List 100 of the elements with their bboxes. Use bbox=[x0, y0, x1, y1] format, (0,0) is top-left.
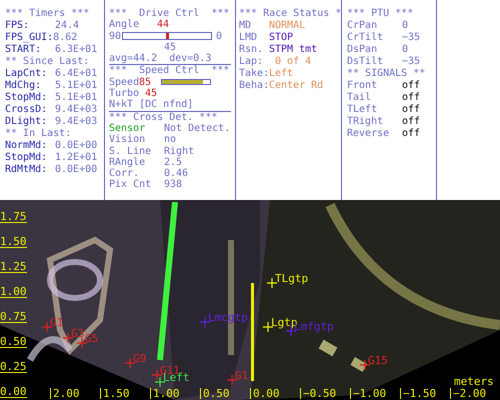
crosshair-icon bbox=[77, 338, 87, 348]
axis-tick-label: 1.75 bbox=[0, 211, 26, 223]
controller-note: N+kT [DC nfnd] bbox=[109, 99, 231, 112]
crosshair-icon bbox=[63, 333, 73, 343]
crosshair-icon bbox=[200, 317, 210, 327]
field-label: TLeft bbox=[347, 104, 378, 116]
crosshair-icon bbox=[263, 322, 273, 332]
field-value: −35 bbox=[402, 56, 420, 68]
field-value: 0 of 4 bbox=[274, 56, 312, 68]
section-title: *** Cross Det. *** bbox=[109, 112, 218, 123]
crosshair-icon bbox=[155, 377, 165, 387]
section-title: *** Race Status * bbox=[239, 8, 341, 20]
axis-tick-label: 0.50 bbox=[0, 336, 26, 348]
field-value: NORMAL bbox=[269, 20, 306, 32]
axis-tick-label: 2.00 bbox=[50, 388, 80, 399]
field-label: StopMd: bbox=[5, 152, 48, 164]
field-value: 24.4 bbox=[55, 20, 80, 32]
crosshair-icon bbox=[152, 370, 162, 380]
axis-tick-label: 0.50 bbox=[200, 388, 230, 399]
field-value: off bbox=[402, 92, 420, 104]
field-label: Reverse bbox=[347, 128, 390, 140]
field-label: RAngle bbox=[109, 156, 146, 168]
field-label: Rsn. bbox=[239, 44, 264, 56]
field-value: off bbox=[402, 104, 420, 116]
marker-label: G1 bbox=[50, 317, 64, 328]
field-value: off bbox=[402, 116, 420, 128]
field-label: DsTilt bbox=[347, 56, 384, 68]
crosshair-icon bbox=[267, 278, 277, 288]
field-value: STOP bbox=[269, 32, 294, 44]
field-label: Tail bbox=[347, 92, 372, 104]
axis-tick-label: 0.00 bbox=[0, 386, 26, 398]
field-value: off bbox=[402, 128, 420, 140]
marker-label: G1 bbox=[235, 370, 248, 381]
axis-tick-label: 1.25 bbox=[0, 261, 26, 273]
crosshair-icon bbox=[125, 358, 135, 368]
field-label: Take: bbox=[239, 68, 269, 80]
axis-tick-label: −2.00 bbox=[450, 388, 486, 399]
marker-label: G9 bbox=[133, 353, 146, 364]
field-label: Angle bbox=[109, 19, 140, 31]
field-label: StopMd: bbox=[5, 92, 48, 104]
field-value: 1.2E+01 bbox=[55, 152, 98, 164]
field-value: 44 bbox=[157, 19, 170, 31]
field-label: S. Line bbox=[109, 146, 152, 157]
section-title: *** Speed Ctrl *** bbox=[109, 65, 230, 77]
axis-tick-label: 0.25 bbox=[0, 361, 26, 373]
field-label: CrossD: bbox=[5, 104, 48, 116]
field-label: RdMtMd: bbox=[5, 164, 48, 176]
section-title: ** Since Last: bbox=[5, 56, 90, 68]
field-value: 9.4E+03 bbox=[55, 116, 98, 128]
field-value: 0.46 bbox=[164, 168, 188, 180]
field-label: Turbo bbox=[109, 88, 140, 100]
field-value: −35 bbox=[402, 32, 420, 44]
field-label: START: bbox=[5, 44, 42, 56]
axis-tick-label: 0.75 bbox=[0, 311, 26, 323]
slider-center-label: 45 bbox=[164, 42, 176, 53]
field-value: 6.4E+01 bbox=[55, 68, 98, 80]
field-value: STPM tmt bbox=[269, 44, 318, 56]
field-label: FPS_GUI: bbox=[5, 32, 54, 44]
field-value: no bbox=[164, 134, 176, 146]
field-value: 2.5 bbox=[164, 156, 182, 168]
field-value: Not Detect. bbox=[164, 122, 230, 134]
field-label: Beha: bbox=[239, 80, 269, 92]
slider-min-label: 90 bbox=[109, 30, 122, 42]
field-value: 0 bbox=[402, 44, 408, 56]
axis-tick-label: 1.50 bbox=[100, 388, 130, 399]
crosshair-icon bbox=[42, 322, 52, 332]
field-value: 0 bbox=[402, 20, 408, 32]
axis-tick-label: 1.00 bbox=[150, 388, 180, 399]
field-value: 85 bbox=[139, 76, 152, 88]
field-label: DLight: bbox=[5, 116, 48, 128]
angle-stats: avg=44.2 dev=0.3 bbox=[109, 53, 231, 66]
marker-label: Lmcgtp bbox=[208, 312, 248, 323]
crosshair-icon bbox=[360, 360, 370, 370]
axis-unit-label: meters bbox=[454, 376, 494, 387]
axis-tick-label: 1.50 bbox=[0, 236, 26, 248]
axis-tick-label: −0.50 bbox=[300, 388, 336, 399]
field-value: 938 bbox=[164, 179, 182, 191]
field-label: DsPan bbox=[347, 44, 378, 56]
field-label: LMD bbox=[239, 32, 258, 44]
field-value: 8.62 bbox=[53, 32, 78, 44]
field-label: Lap: bbox=[239, 56, 264, 68]
field-label: Pix Cnt bbox=[109, 179, 152, 191]
field-label: CrTilt bbox=[347, 32, 384, 44]
slider-max-label: 0 bbox=[216, 30, 222, 42]
field-label: MD bbox=[239, 20, 252, 32]
marker-label: G3 bbox=[71, 328, 84, 339]
field-value: 5.1E+01 bbox=[55, 92, 98, 104]
field-value: 0.0E+00 bbox=[55, 140, 98, 152]
section-title: ** In Last: bbox=[5, 128, 72, 140]
axis-tick-label: 0.00 bbox=[250, 388, 280, 399]
axis-tick-label: −1.50 bbox=[400, 388, 436, 399]
field-value: 45 bbox=[145, 88, 158, 100]
field-label: CrPan bbox=[347, 20, 378, 32]
field-value: Right bbox=[164, 146, 194, 157]
field-value: 9.4E+03 bbox=[55, 104, 98, 116]
axis-tick-label: −1.00 bbox=[350, 388, 386, 399]
section-title: *** Timers *** bbox=[5, 8, 90, 20]
field-label: FPS: bbox=[5, 20, 30, 32]
field-value: Center Rd bbox=[269, 80, 324, 92]
section-title: *** Drive Ctrl *** bbox=[109, 8, 230, 19]
